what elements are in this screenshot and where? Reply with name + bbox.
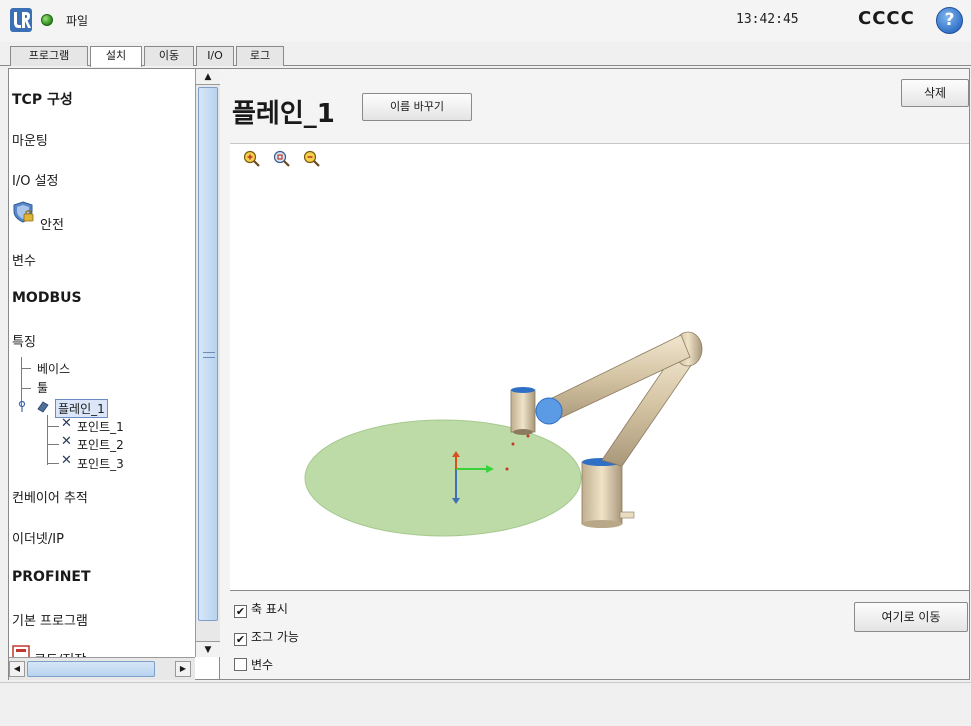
feature-detail-panel: 플레인_1 이름 바꾸기 삭제 ✔ 축 표시 ✔ 조그 가능 변수 여기로 이동 [220,68,970,680]
installation-sidebar: TCP 구성 마운팅 I/O 설정 안전 변수 MODBUS 특징 베이스 툴 [8,68,220,680]
tree-item-base[interactable]: 베이스 [37,360,70,377]
tree-item-tool[interactable]: 툴 [37,379,48,396]
sidebar-item-io-setup[interactable]: I/O 설정 [12,170,59,189]
horizontal-scroll-thumb[interactable] [27,661,155,677]
scroll-grip-icon [203,352,215,358]
plane-feature-icon [37,401,49,413]
tree-item-point-1[interactable]: 포인트_1 [77,418,124,435]
vertical-scroll-thumb[interactable] [198,87,218,621]
robot-scene [304,331,703,537]
sidebar-item-ethernet-ip[interactable]: 이더넷/IP [12,528,64,547]
sidebar-item-default-program[interactable]: 기본 프로그램 [12,610,88,629]
x-point-icon: ✕ [61,453,72,468]
sidebar-item-load-save[interactable]: 로드/저장 [34,649,86,657]
tree-connector [21,368,31,369]
tab-bar: 프로그램 설치 이동 I/O 로그 [0,46,971,67]
tree-connector [47,415,48,465]
scroll-up-arrow-icon[interactable]: ▲ [196,69,220,85]
robot-name: CCCC [858,8,915,29]
page-title: 플레인_1 [232,99,335,129]
sidebar-item-safety[interactable]: 안전 [40,214,64,233]
robot-base [581,461,623,525]
tab-program[interactable]: 프로그램 [10,46,88,66]
tree-connector [21,357,22,407]
tab-installation[interactable]: 설치 [90,46,142,67]
tab-io[interactable]: I/O [196,46,234,66]
show-axes-label: 축 표시 [251,602,288,616]
robot-joint-cap [535,397,563,425]
scroll-left-arrow-icon[interactable]: ◀ [9,661,25,677]
checkbox-icon[interactable]: ✔ [234,605,247,618]
tree-connector [47,463,59,464]
jog-enabled-checkbox[interactable]: ✔ 조그 가능 [234,628,299,646]
3d-viewport[interactable] [230,143,969,591]
tree-expand-icon[interactable] [18,401,28,413]
tree-connector [21,388,31,389]
x-point-icon: ✕ [61,434,72,449]
sidebar-list: TCP 구성 마운팅 I/O 설정 안전 변수 MODBUS 특징 베이스 툴 [9,69,195,657]
show-axes-checkbox[interactable]: ✔ 축 표시 [234,600,288,618]
bottom-bar [0,682,971,726]
x-point-icon: ✕ [61,416,72,431]
sidebar-vertical-scrollbar[interactable]: ▲ ▼ [195,69,220,657]
app-window: 파일 13:42:45 CCCC ? 프로그램 설치 이동 I/O 로그 TCP… [0,0,971,726]
clock: 13:42:45 [736,12,799,27]
file-menu[interactable]: 파일 [66,12,88,29]
sidebar-horizontal-scrollbar[interactable]: ◀ ▶ [9,657,195,680]
variable-checkbox[interactable]: 변수 [234,656,273,673]
variable-label: 변수 [251,658,274,672]
top-bar: 파일 13:42:45 CCCC ? [0,0,971,42]
ur-logo[interactable] [10,8,32,32]
robot-wrist [510,389,536,433]
shield-lock-icon [13,201,34,223]
rename-button[interactable]: 이름 바꾸기 [362,93,472,121]
tree-item-point-3[interactable]: 포인트_3 [77,455,124,472]
checkbox-icon[interactable]: ✔ [234,633,247,646]
move-here-button[interactable]: 여기로 이동 [854,602,968,632]
tab-log[interactable]: 로그 [236,46,284,66]
sidebar-item-tcp[interactable]: TCP 구성 [12,89,73,109]
plane-surface [304,419,582,537]
scroll-down-arrow-icon[interactable]: ▼ [196,641,220,657]
scroll-right-arrow-icon[interactable]: ▶ [175,661,191,677]
tree-item-point-2[interactable]: 포인트_2 [77,436,124,453]
robot-status-icon [41,14,53,26]
delete-button[interactable]: 삭제 [901,79,969,107]
sidebar-item-mounting[interactable]: 마운팅 [12,130,48,149]
sidebar-item-variables[interactable]: 변수 [12,250,36,269]
tab-move[interactable]: 이동 [144,46,194,66]
tree-connector [47,444,59,445]
load-save-icon [12,645,30,657]
jog-enabled-label: 조그 가능 [251,630,299,644]
help-icon[interactable]: ? [936,7,963,34]
sidebar-item-profinet[interactable]: PROFINET [12,569,91,585]
sidebar-item-features[interactable]: 특징 [12,331,36,350]
sidebar-item-modbus[interactable]: MODBUS [12,290,82,306]
checkbox-icon[interactable] [234,658,247,671]
sidebar-item-conveyor[interactable]: 컨베이어 추적 [12,487,88,506]
tree-connector [47,426,59,427]
